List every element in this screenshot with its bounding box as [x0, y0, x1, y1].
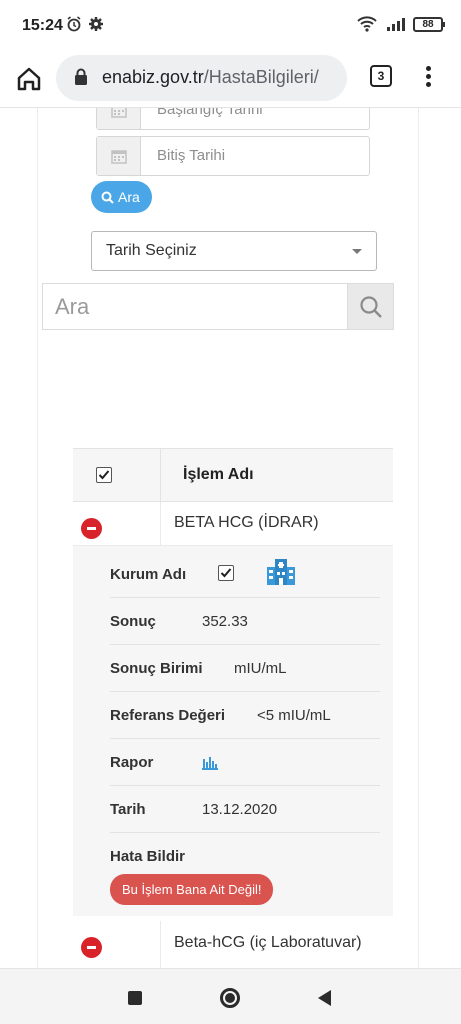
report-error-button[interactable]: Bu İşlem Bana Ait Değil!: [110, 874, 274, 905]
bar-chart-icon[interactable]: [202, 755, 218, 770]
date-select-dropdown[interactable]: Tarih Seçiniz: [91, 231, 377, 271]
status-system-icons: 88: [357, 16, 445, 32]
birim-value: mIU/mL: [234, 660, 287, 677]
search-bar: Ara: [42, 283, 394, 330]
column-header-islem-adi: İşlem Adı: [183, 466, 254, 483]
collapse-row-icon[interactable]: [81, 937, 102, 958]
detail-birim: Sonuç Birimi mIU/mL: [110, 645, 380, 692]
calendar-icon: [111, 108, 127, 118]
hata-label: Hata Bildir: [110, 848, 186, 865]
search-input[interactable]: Ara: [42, 283, 347, 330]
home-circle-icon[interactable]: [220, 988, 240, 1008]
tarih-value: 13.12.2020: [202, 801, 278, 818]
kurum-label: Kurum Adı: [110, 566, 187, 583]
detail-referans: Referans Değeri <5 mIU/mL: [110, 692, 380, 739]
start-date-input[interactable]: Başlangıç Tarihi: [96, 108, 370, 130]
recent-apps-icon[interactable]: [128, 991, 142, 1005]
detail-tarih: Tarih 13.12.2020: [110, 786, 380, 833]
search-button[interactable]: [347, 283, 394, 330]
page-content: Başlangıç Tarihi Bitiş Tarihi Ara Tarih …: [0, 108, 461, 968]
end-date-placeholder: Bitiş Tarihi: [157, 147, 226, 164]
sonuc-value: 352.33: [202, 613, 248, 630]
row-toggle-cell: [73, 502, 161, 546]
search-icon: [101, 191, 114, 204]
alarm-icon: [67, 16, 81, 32]
checkmark-icon: [98, 470, 110, 480]
row-toggle-cell: [73, 921, 161, 968]
date-search-label: Ara: [118, 189, 140, 205]
battery-indicator: 88: [413, 16, 445, 32]
browser-toolbar: enabiz.gov.tr/HastaBilgileri/ 3: [0, 52, 461, 108]
tarih-label: Tarih: [110, 801, 146, 818]
browser-menu-button[interactable]: [418, 64, 438, 90]
url-text: enabiz.gov.tr/HastaBilgileri/: [102, 67, 342, 88]
detail-sonuc: Sonuç 352.33: [110, 598, 380, 645]
table-header: İşlem Adı: [73, 448, 393, 502]
results-table: İşlem Adı BETA HCG (İDRAR): [73, 448, 393, 546]
wifi-icon: [357, 16, 377, 32]
panel-border-right: [418, 108, 419, 968]
date-search-button[interactable]: Ara: [91, 181, 152, 213]
status-time: 15:24: [22, 17, 63, 34]
birim-label: Sonuç Birimi: [110, 660, 203, 677]
search-icon: [360, 296, 382, 318]
collapse-row-icon[interactable]: [81, 518, 102, 539]
back-triangle-icon[interactable]: [318, 990, 331, 1006]
select-all-checkbox[interactable]: [96, 467, 112, 483]
row-detail-panel: Kurum Adı Sonuç 352.33 Sonuç Birimi mIU/…: [73, 546, 393, 916]
calendar-icon: [111, 150, 127, 164]
header-checkbox-cell: [73, 449, 161, 502]
settings-gear-icon: [89, 17, 103, 31]
status-notification-icons: [66, 16, 104, 32]
row-name: Beta-hCG (iç Laboratuvar): [174, 934, 362, 951]
start-date-addon: [97, 108, 141, 129]
checkmark-icon: [220, 568, 232, 578]
start-date-placeholder: Başlangıç Tarihi: [157, 108, 263, 118]
rapor-label: Rapor: [110, 754, 154, 771]
table-row[interactable]: Beta-hCG (iç Laboratuvar): [73, 921, 393, 968]
url-path: /HastaBilgileri/: [203, 67, 319, 87]
detail-rapor: Rapor: [110, 739, 380, 786]
signal-icon: [387, 18, 405, 31]
referans-value: <5 mIU/mL: [257, 707, 331, 724]
tab-switcher-button[interactable]: 3: [370, 65, 392, 87]
end-date-input[interactable]: Bitiş Tarihi: [96, 136, 370, 176]
system-nav-bar: [0, 968, 461, 1024]
home-button[interactable]: [12, 62, 46, 96]
date-select-value: Tarih Seçiniz: [106, 242, 197, 259]
address-bar[interactable]: enabiz.gov.tr/HastaBilgileri/: [56, 55, 347, 101]
detail-kurum: Kurum Adı: [110, 551, 380, 598]
referans-label: Referans Değeri: [110, 707, 226, 724]
table-row[interactable]: BETA HCG (İDRAR): [73, 502, 393, 546]
detail-hata: Hata Bildir: [110, 833, 380, 880]
chevron-down-icon: [352, 249, 362, 254]
url-domain: enabiz.gov.tr: [102, 67, 204, 87]
status-bar: 15:24 88: [0, 0, 461, 52]
hospital-building-icon[interactable]: [265, 555, 297, 587]
end-date-addon: [97, 137, 141, 175]
kurum-checkbox[interactable]: [218, 565, 234, 581]
home-icon: [17, 67, 41, 91]
panel-border-left: [37, 108, 38, 968]
row-name: BETA HCG (İDRAR): [174, 514, 319, 531]
lock-icon: [75, 68, 87, 85]
sonuc-label: Sonuç: [110, 613, 156, 630]
